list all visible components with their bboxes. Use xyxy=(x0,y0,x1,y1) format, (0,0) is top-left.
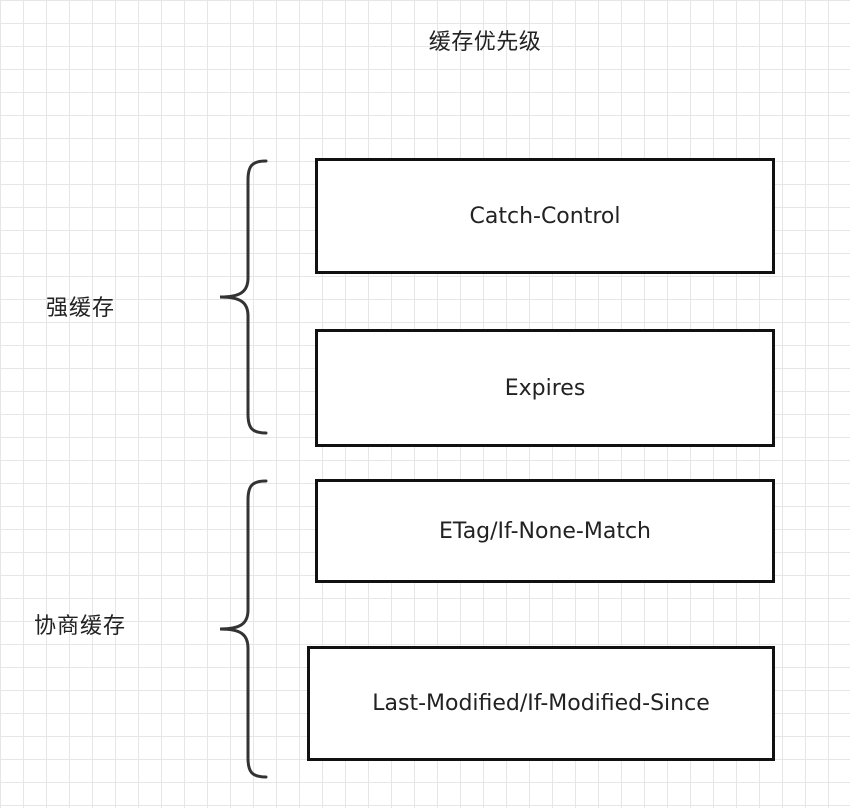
cache-item-label: ETag/If-None-Match xyxy=(439,518,651,544)
cache-item-label: Expires xyxy=(504,375,586,401)
brace-negotiated-cache xyxy=(219,479,268,779)
cache-item-catch-control: Catch-Control xyxy=(315,158,775,274)
cache-item-label: Last-Modified/If-Modified-Since xyxy=(372,691,710,716)
brace-strong-cache xyxy=(219,159,268,435)
cache-item-label: Catch-Control xyxy=(469,203,621,229)
cache-item-etag: ETag/If-None-Match xyxy=(315,479,775,583)
cache-item-last-modified: Last-Modified/If-Modified-Since xyxy=(307,646,775,761)
cache-item-expires: Expires xyxy=(315,329,775,447)
